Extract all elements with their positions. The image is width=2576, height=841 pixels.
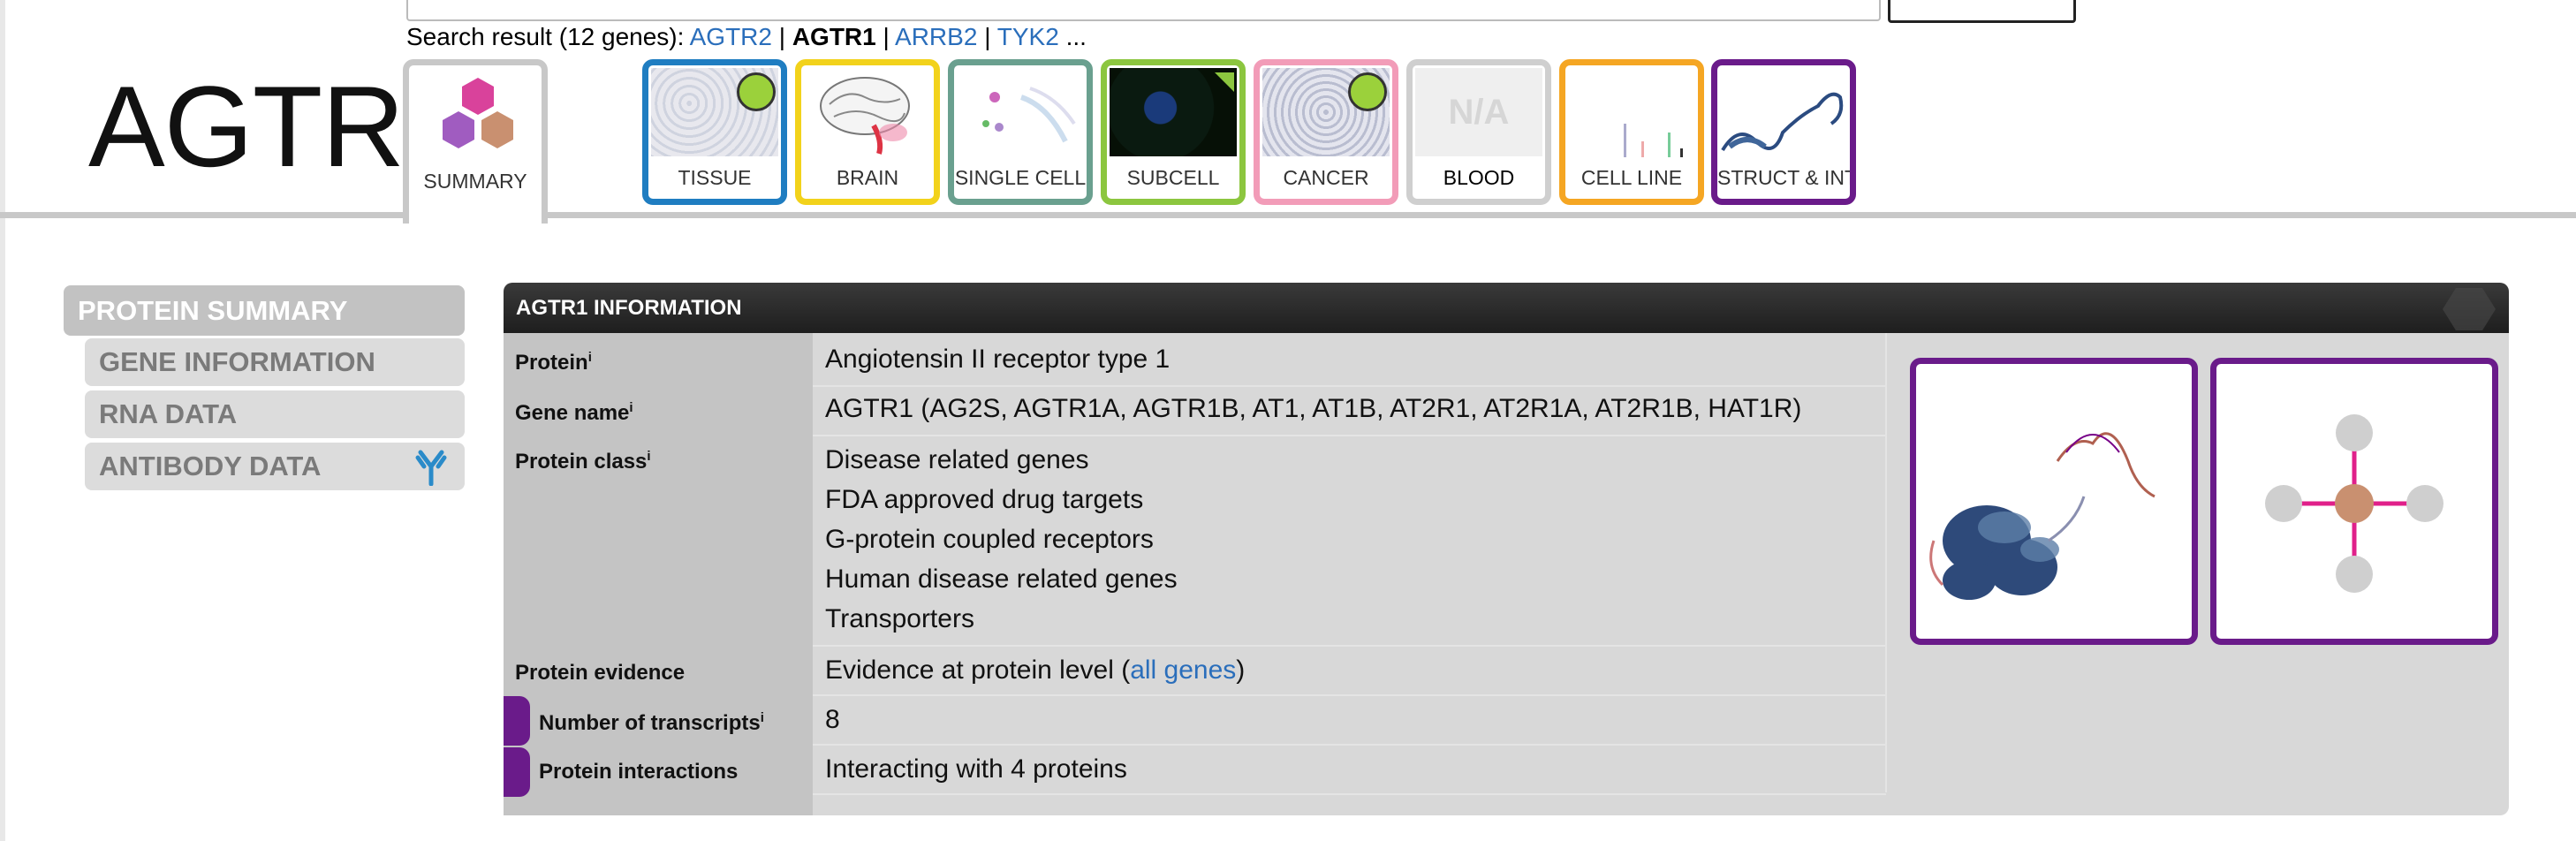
protein-evidence-value: Evidence at protein level (all genes): [825, 655, 1245, 686]
transcripts-marker[interactable]: [504, 696, 530, 746]
tab-blood[interactable]: N/A BLOOD: [1406, 59, 1551, 205]
protein-structure-thumbnail[interactable]: [1910, 358, 2198, 645]
interactions-marker[interactable]: [504, 747, 530, 797]
separator: |: [778, 23, 786, 50]
protein-class-item: Transporters: [825, 604, 974, 633]
protein-class-item: G-protein coupled receptors: [825, 525, 1154, 554]
nav-antibody-data-label: ANTIBODY DATA: [99, 451, 322, 481]
protein-evidence-text: Evidence at protein level (: [825, 655, 1131, 685]
nav-antibody-data[interactable]: ANTIBODY DATA: [85, 443, 465, 490]
all-genes-link[interactable]: all genes: [1130, 655, 1236, 685]
gene-name-value: AGTR1 (AG2S, AGTR1A, AGTR1B, AT1, AT1B, …: [825, 394, 1802, 423]
search-button[interactable]: [1888, 0, 2076, 23]
info-marker[interactable]: i: [761, 710, 764, 725]
expression-dot-icon: [737, 72, 776, 111]
search-result-current-gene: AGTR1: [792, 23, 876, 50]
tab-single-cell-label: SINGLE CELL: [954, 166, 1087, 189]
header-divider: [0, 212, 2576, 218]
info-panel-title: AGTR1 INFORMATION: [504, 283, 2509, 333]
row-divider: [813, 793, 1886, 795]
nav-gene-information[interactable]: GENE INFORMATION: [85, 338, 465, 386]
protein-3d-structure-icon: [1929, 432, 2156, 600]
row-divider: [813, 744, 1886, 746]
tab-subcell-label: SUBCELL: [1126, 166, 1220, 189]
info-marker[interactable]: i: [647, 449, 650, 464]
gene-name-label-text: Gene name: [515, 401, 630, 425]
nav-rna-data[interactable]: RNA DATA: [85, 390, 465, 438]
transcripts-label: Number of transcriptsi: [539, 710, 764, 736]
interaction-network-icon: [2265, 414, 2443, 593]
summary-hexagons-icon: [443, 78, 513, 148]
tab-brain-label: BRAIN: [836, 166, 899, 189]
search-result-gene[interactable]: ARRB2: [895, 23, 977, 50]
subcell-corner-icon: [1215, 72, 1234, 92]
tab-struct-int[interactable]: STRUCT & INT: [1711, 59, 1856, 205]
cell-line-bar-chart-icon: [1624, 124, 1683, 157]
row-divider: [813, 385, 1886, 387]
search-result-gene[interactable]: AGTR2: [690, 23, 772, 50]
interactions-value: Interacting with 4 proteins: [825, 754, 1127, 784]
separator: |: [984, 23, 991, 50]
separator: |: [883, 23, 890, 50]
tab-summary[interactable]: SUMMARY: [403, 59, 548, 224]
row-divider: [813, 645, 1886, 647]
closing-paren: ): [1236, 655, 1246, 685]
blood-na-placeholder: N/A: [1415, 68, 1542, 156]
tab-tissue-label: TISSUE: [678, 166, 752, 189]
more-indicator: ...: [1065, 23, 1087, 50]
search-result: Search result (12 genes): AGTR2 | AGTR1 …: [406, 23, 1087, 51]
protein-class-label: Protein classi: [515, 449, 651, 474]
brain-icon: [820, 77, 910, 155]
protein-class-item: Disease related genes: [825, 445, 1089, 474]
tab-blood-label: BLOOD: [1443, 166, 1515, 189]
tab-summary-label: SUMMARY: [423, 170, 527, 193]
column-divider: [1885, 333, 1887, 792]
transcripts-label-text: Number of transcripts: [539, 711, 761, 735]
row-divider: [813, 435, 1886, 436]
info-marker[interactable]: i: [588, 350, 592, 365]
panel-header-hexagon-icon: [2443, 288, 2496, 330]
expression-dot-icon: [1348, 72, 1387, 111]
info-marker[interactable]: i: [629, 400, 633, 415]
tab-cell-line[interactable]: CELL LINE: [1559, 59, 1704, 205]
tab-tissue[interactable]: TISSUE: [642, 59, 787, 205]
search-input[interactable]: [406, 0, 1881, 21]
tab-cancer-label: CANCER: [1283, 166, 1369, 189]
protein-class-label-text: Protein class: [515, 450, 648, 474]
tab-struct-int-label: STRUCT & INT: [1717, 166, 1856, 189]
transcripts-value: 8: [825, 705, 840, 734]
protein-class-item: FDA approved drug targets: [825, 485, 1144, 514]
search-result-gene[interactable]: TYK2: [997, 23, 1059, 50]
antibody-icon: [415, 450, 447, 486]
tab-subcell[interactable]: SUBCELL: [1101, 59, 1246, 205]
interactions-label: Protein interactions: [539, 760, 739, 784]
interaction-network-thumbnail[interactable]: [2210, 358, 2498, 645]
tab-brain[interactable]: BRAIN: [795, 59, 940, 205]
row-divider: [813, 694, 1886, 696]
protein-label: Proteini: [515, 350, 592, 375]
nav-protein-summary[interactable]: PROTEIN SUMMARY: [64, 285, 465, 336]
tab-cell-line-label: CELL LINE: [1580, 166, 1683, 189]
tab-single-cell[interactable]: SINGLE CELL: [948, 59, 1093, 205]
gene-name-label: Gene namei: [515, 400, 633, 426]
search-result-label: Search result (12 genes):: [406, 23, 685, 50]
single-cell-umap-icon: [959, 71, 1083, 157]
protein-structure-icon: [1721, 92, 1844, 152]
page-left-border: [0, 0, 5, 841]
protein-label-text: Protein: [515, 351, 588, 375]
protein-class-item: Human disease related genes: [825, 564, 1178, 594]
protein-evidence-label: Protein evidence: [515, 661, 686, 685]
tab-cancer[interactable]: CANCER: [1254, 59, 1398, 205]
protein-value: Angiotensin II receptor type 1: [825, 345, 1171, 374]
